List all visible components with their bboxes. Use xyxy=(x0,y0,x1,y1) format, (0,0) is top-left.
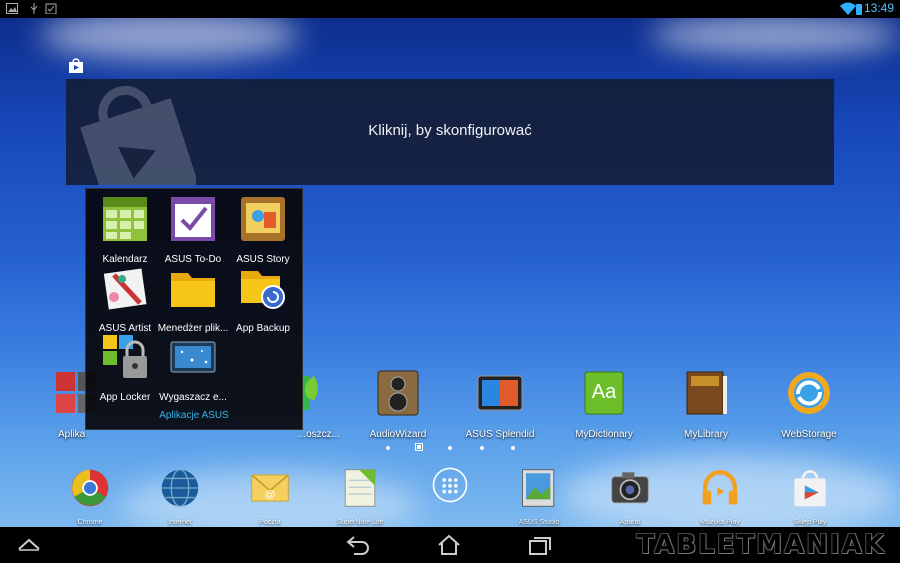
page-dot[interactable] xyxy=(386,446,390,450)
paintbrush-icon xyxy=(103,268,147,310)
folder-app-asus-artist[interactable]: ASUS Artist xyxy=(89,265,161,334)
widget-setup-text: Kliknij, by skonfigurować xyxy=(368,122,532,139)
page-dot[interactable] xyxy=(480,446,484,450)
home-icon-asus-splendid[interactable]: ASUS Splendid xyxy=(455,370,545,440)
camera-icon xyxy=(611,472,649,504)
status-bar: 13:49 xyxy=(0,0,900,18)
folder-app-app-locker[interactable]: App Locker xyxy=(89,334,161,403)
watermark-text: TABLETMANIAK xyxy=(636,530,886,560)
home-icon-mydictionary[interactable]: Aa MyDictionary xyxy=(559,370,649,440)
dock-app-label: Sklep Play xyxy=(793,519,827,526)
dock-app-label: Aparat xyxy=(619,519,641,526)
dock-app-chrome[interactable]: Chrome xyxy=(45,468,135,526)
play-store-icon xyxy=(794,470,826,507)
folder-name[interactable]: Aplikacje ASUS xyxy=(86,410,302,421)
backup-folder-icon xyxy=(241,271,285,309)
gallery-icon xyxy=(522,469,555,507)
dock-app-label: SuperNote Lite xyxy=(336,519,384,526)
home-icon-audiowizard[interactable]: AudioWizard xyxy=(353,370,443,440)
folder-app-asus-todo[interactable]: ASUS To-Do xyxy=(157,196,229,265)
asus-apps-folder-popup: Kalendarz ASUS To-Do ASUS Story ASUS Art… xyxy=(85,188,303,430)
dock-app-supernote[interactable]: SuperNote Lite xyxy=(315,468,405,526)
gallery-notification-icon xyxy=(6,3,18,14)
clipboard-check-icon xyxy=(45,3,57,14)
cloud xyxy=(650,15,900,55)
back-icon[interactable] xyxy=(346,535,372,555)
battery-icon xyxy=(856,4,862,15)
svg-text:Aa: Aa xyxy=(592,381,617,403)
splendid-display-icon xyxy=(477,375,523,411)
folder-app-label: App Backup xyxy=(236,323,290,334)
screensaver-icon xyxy=(170,341,216,373)
folder-app-label: Wygaszacz e... xyxy=(159,392,227,403)
play-store-mini-icon[interactable] xyxy=(68,58,84,73)
todo-checkmark-icon xyxy=(171,197,215,241)
headphones-icon xyxy=(702,470,738,505)
mail-icon: @ xyxy=(251,474,289,502)
home-icon-label: Aplika xyxy=(58,429,86,440)
page-dot[interactable] xyxy=(511,446,515,450)
dock-app-play-store[interactable]: Sklep Play xyxy=(765,468,855,526)
home-icon-label: MyLibrary xyxy=(684,429,728,440)
folder-app-label: App Locker xyxy=(99,392,151,403)
home-icon-label: ASUS Splendid xyxy=(465,429,535,440)
dock-app-label: Muzyka Play xyxy=(700,519,740,526)
dock-app-internet[interactable]: Internet xyxy=(135,468,225,526)
notebook-icon xyxy=(344,469,376,507)
navigation-bar: TABLETMANIAK xyxy=(0,527,900,563)
home-icon-mylibrary[interactable]: MyLibrary xyxy=(661,370,751,440)
folder-app-label: ASUS To-Do xyxy=(164,254,222,265)
folder-app-label: Menedżer plik... xyxy=(157,323,229,334)
home-icon-webstorage[interactable]: WebStorage xyxy=(764,370,854,440)
folder-icon xyxy=(171,273,215,307)
folder-app-asus-story[interactable]: ASUS Story xyxy=(227,196,299,265)
book-icon xyxy=(686,371,727,415)
home-icon-label: ...oszcz... xyxy=(297,429,340,440)
folder-app-label: ASUS Story xyxy=(236,254,290,265)
folder-app-screensaver[interactable]: Wygaszacz e... xyxy=(157,334,229,403)
folder-app-kalendarz[interactable]: Kalendarz xyxy=(89,196,161,265)
app-drawer-icon xyxy=(432,467,468,503)
home-icon-label: AudioWizard xyxy=(369,429,427,440)
dock-app-label: Poczta xyxy=(259,519,281,526)
dictionary-icon: Aa xyxy=(584,371,624,415)
photo-story-icon xyxy=(241,197,285,241)
folder-app-label: ASUS Artist xyxy=(98,323,152,334)
dock-app-label: Internet xyxy=(168,519,192,526)
folder-app-label: Kalendarz xyxy=(102,254,148,265)
dock-app-asus-studio[interactable]: ASUS Studio xyxy=(494,468,584,526)
cloud-sync-icon xyxy=(788,372,830,414)
dock-app-camera[interactable]: Aparat xyxy=(585,468,675,526)
home-icon-label: WebStorage xyxy=(781,429,837,440)
globe-icon xyxy=(161,469,199,507)
play-store-widget[interactable]: Kliknij, by skonfigurować xyxy=(66,79,834,185)
folder-app-file-manager[interactable]: Menedżer plik... xyxy=(157,265,229,334)
recent-apps-icon[interactable] xyxy=(528,535,552,555)
page-dot-active[interactable] xyxy=(415,443,423,451)
home-icon-label: MyDictionary xyxy=(575,429,633,440)
dock-app-play-music[interactable]: Muzyka Play xyxy=(675,468,765,526)
app-drawer-button[interactable] xyxy=(405,466,495,515)
usb-notification-icon xyxy=(30,3,38,14)
padlock-icon xyxy=(103,335,147,378)
chrome-icon xyxy=(71,469,109,507)
dock-app-label: Chrome xyxy=(77,519,103,526)
calendar-icon xyxy=(103,197,147,241)
page-dot[interactable] xyxy=(448,446,452,450)
home-icon[interactable] xyxy=(438,535,460,555)
up-arrow-icon[interactable] xyxy=(18,537,40,551)
dock-app-label: ASUS Studio xyxy=(518,519,560,526)
svg-text:@: @ xyxy=(265,490,276,501)
speaker-icon xyxy=(377,370,419,416)
clock: 13:49 xyxy=(863,1,894,15)
folder-app-app-backup[interactable]: App Backup xyxy=(227,265,299,334)
wifi-icon xyxy=(840,2,856,15)
dock-app-mail[interactable]: @ Poczta xyxy=(225,468,315,526)
